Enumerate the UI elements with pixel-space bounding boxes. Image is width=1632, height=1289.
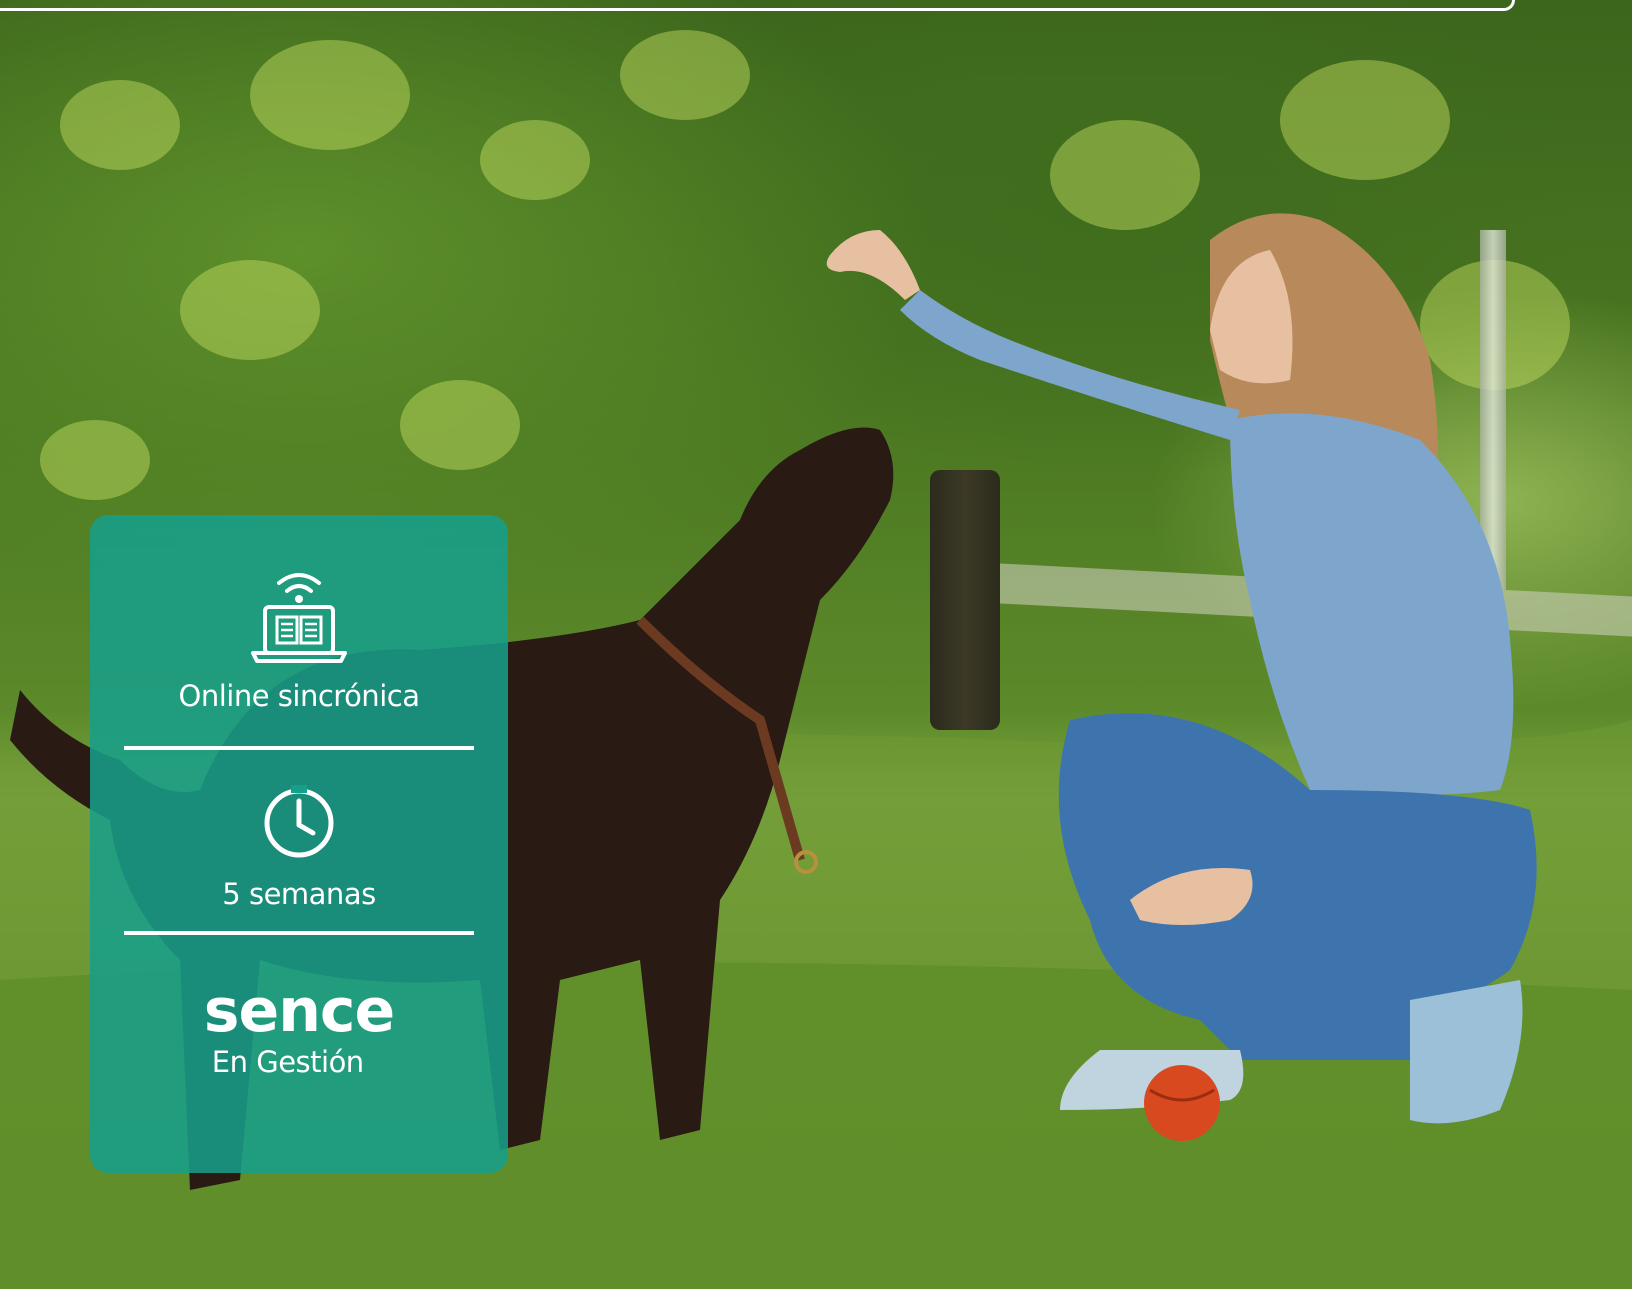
laptop-book-wifi-icon bbox=[251, 573, 347, 663]
modality-block: Online sincrónica bbox=[90, 563, 508, 713]
sence-status-label: En Gestión bbox=[211, 1045, 364, 1079]
clock-icon bbox=[264, 785, 334, 858]
orange-ball bbox=[1144, 1065, 1220, 1141]
card-divider bbox=[124, 931, 474, 935]
sence-logo-group: sence En Gestión bbox=[203, 976, 395, 1079]
duration-label: 5 semanas bbox=[222, 877, 376, 911]
card-divider bbox=[124, 746, 474, 750]
modality-label: Online sincrónica bbox=[178, 679, 420, 713]
top-frame-border bbox=[0, 0, 1515, 11]
hero-photo: Online sincrónica 5 semanas sence En Ges… bbox=[0, 0, 1632, 1289]
duration-block: 5 semanas bbox=[90, 785, 508, 911]
sence-block: sence En Gestión bbox=[90, 981, 508, 1079]
sence-logo: sence bbox=[203, 976, 395, 1046]
course-info-card: Online sincrónica 5 semanas sence En Ges… bbox=[90, 515, 508, 1173]
